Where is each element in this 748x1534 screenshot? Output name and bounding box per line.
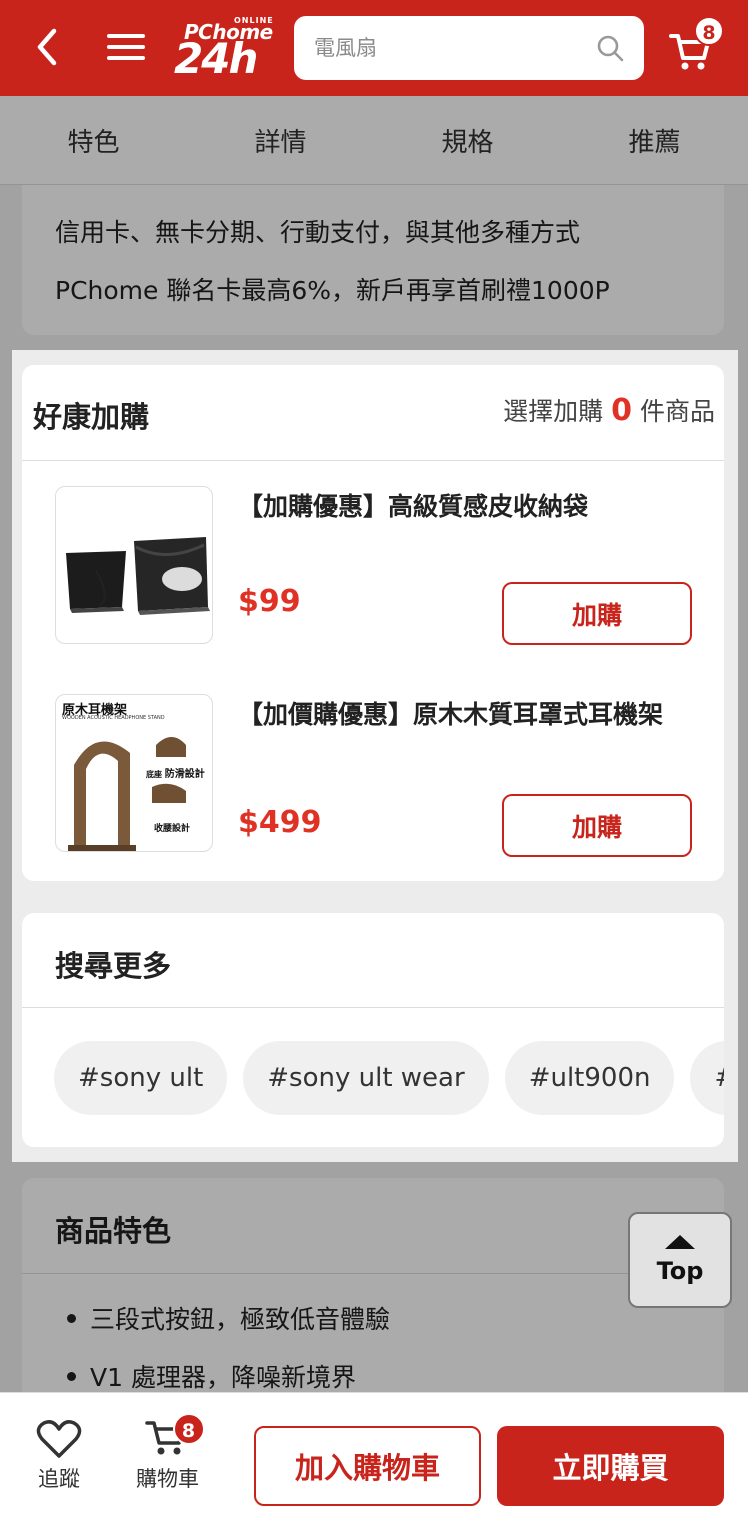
cart-count-badge: 8 [694,16,724,46]
buy-now-button[interactable]: 立即購買 [497,1426,724,1506]
search-icon[interactable] [596,34,624,62]
addon-item-price: $499 [238,805,322,840]
chevron-left-icon [37,28,57,66]
scroll-to-top-button[interactable]: Top [628,1212,732,1308]
search-input[interactable] [314,36,596,60]
cart-count-badge: 8 [172,1413,205,1445]
search-tag-chip[interactable]: #ult900n [504,1041,675,1115]
search-more-title: 搜尋更多 [55,949,172,983]
divider [22,1007,724,1008]
addon-item-price: $99 [238,584,301,619]
pouch-photo [66,537,210,615]
dim-overlay [0,96,748,350]
search-more-card: 搜尋更多 #sony ult #sony ult wear #ult900n #… [22,913,724,1147]
stand-thumb-tag-base: 底座 防滑設計 [146,769,205,780]
cart-label: 購物車 [136,1467,199,1491]
cart-button[interactable]: 8 [666,16,726,80]
headphone-stand-image[interactable]: 原木耳機架 WOODEN ACOUSTIC HEADPHONE STAND 底座… [55,694,213,852]
pchome-24h-logo[interactable]: ONLINE PChome 24h [170,12,280,84]
addon-count-suffix: 件商品 [639,397,715,426]
addon-item-title[interactable]: 【加價購優惠】原木木質耳罩式耳機架 [238,694,698,736]
addon-item-title[interactable]: 【加購優惠】高級質感皮收納袋 [238,486,698,528]
stand-thumb-tag-waist: 收腰設計 [154,824,191,834]
app-header: ONLINE PChome 24h 8 [0,0,748,96]
hamburger-icon [107,34,145,60]
addon-count-number: 0 [611,392,632,428]
dim-overlay [738,350,748,1162]
search-tag-chip[interactable]: #s [690,1041,724,1115]
search-tag-chip[interactable]: #sony ult [54,1041,228,1115]
leather-pouch-image[interactable] [55,486,213,644]
top-label: Top [656,1257,704,1285]
addon-title: 好康加購 [33,400,150,434]
search-bar[interactable] [294,16,644,80]
arrow-up-icon [665,1235,695,1249]
menu-button[interactable] [100,22,152,72]
add-addon-button[interactable]: 加購 [502,582,692,645]
add-to-cart-button[interactable]: 加入購物車 [254,1426,481,1506]
addon-count-prefix: 選擇加購 [503,397,604,426]
dim-overlay [0,350,12,1162]
search-tag-list: #sony ult #sony ult wear #ult900n #s [54,1041,724,1115]
bottom-action-bar: 追蹤 8 購物車 加入購物車 立即購買 [0,1392,748,1534]
addon-count: 選擇加購 0 件商品 [503,392,715,428]
track-label: 追蹤 [38,1467,80,1491]
track-button[interactable]: 追蹤 [36,1419,82,1493]
bottom-cart-button[interactable]: 8 購物車 [136,1413,205,1493]
back-button[interactable] [22,22,72,72]
divider [22,460,724,461]
add-addon-button[interactable]: 加購 [502,794,692,857]
search-tag-chip[interactable]: #sony ult wear [243,1041,489,1115]
heart-icon [36,1420,82,1458]
